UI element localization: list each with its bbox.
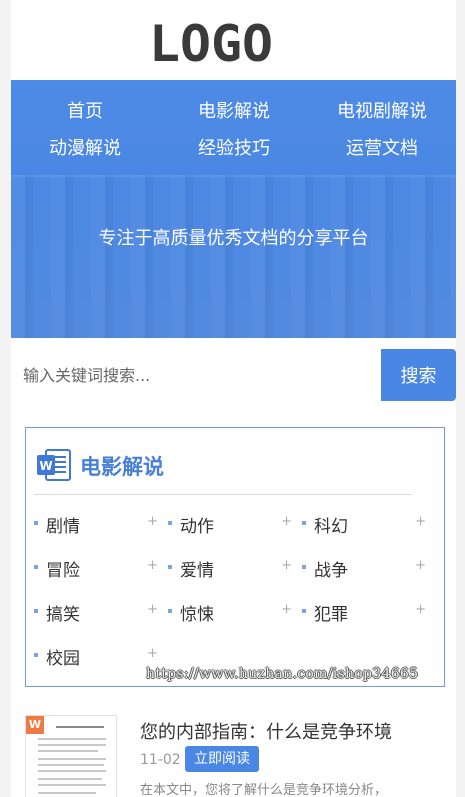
category-divider bbox=[34, 494, 412, 495]
bullet-icon bbox=[168, 521, 172, 525]
category-item-label: 爱情 bbox=[180, 561, 214, 581]
article-excerpt: 在本文中，您将了解什么是竞争环境分析， bbox=[140, 783, 388, 797]
read-now-button[interactable]: 立即阅读 bbox=[185, 746, 259, 772]
plus-icon: + bbox=[281, 514, 292, 529]
category-item-scifi[interactable]: 科幻 + bbox=[302, 512, 426, 537]
category-item-label: 校园 bbox=[46, 649, 80, 669]
hero-banner: 首页 电影解说 电视剧解说 动漫解说 经验技巧 运营文档 专注于高质量优秀文档的… bbox=[11, 80, 456, 338]
logo[interactable]: LOGO bbox=[146, 17, 276, 67]
nav-item-home[interactable]: 首页 bbox=[67, 97, 103, 123]
plus-icon: + bbox=[415, 558, 426, 573]
category-item-crime[interactable]: 犯罪 + bbox=[302, 600, 426, 625]
plus-icon: + bbox=[415, 602, 426, 617]
nav-item-movie[interactable]: 电影解说 bbox=[198, 97, 270, 123]
category-item-label: 动作 bbox=[180, 517, 214, 537]
logo-text: LOGO bbox=[149, 17, 273, 67]
header: LOGO bbox=[11, 0, 456, 80]
word-badge-icon: W bbox=[26, 716, 44, 734]
bullet-icon bbox=[34, 653, 38, 657]
category-item-label: 搞笑 bbox=[46, 605, 80, 625]
svg-text:W: W bbox=[39, 459, 52, 473]
category-item-romance[interactable]: 爱情 + bbox=[168, 556, 292, 581]
bullet-icon bbox=[302, 565, 306, 569]
category-item-label: 冒险 bbox=[46, 561, 80, 581]
search-input[interactable] bbox=[11, 349, 381, 401]
word-doc-icon: W bbox=[37, 449, 71, 481]
category-item-comedy[interactable]: 搞笑 + bbox=[34, 600, 158, 625]
category-item-action[interactable]: 动作 + bbox=[168, 512, 292, 537]
category-panel: W 电影解说 剧情 + 动作 + 科幻 + 冒险 + 爱情 + 战争 + 搞笑 … bbox=[25, 427, 445, 687]
bullet-icon bbox=[302, 609, 306, 613]
category-item-label: 惊悚 bbox=[180, 605, 214, 625]
bullet-icon bbox=[302, 521, 306, 525]
category-item-label: 战争 bbox=[314, 561, 348, 581]
nav-item-tips[interactable]: 经验技巧 bbox=[198, 134, 270, 160]
bullet-icon bbox=[34, 565, 38, 569]
article-title[interactable]: 您的内部指南：什么是竞争环境 bbox=[140, 718, 392, 744]
category-item-label: 科幻 bbox=[314, 517, 348, 537]
category-item-adventure[interactable]: 冒险 + bbox=[34, 556, 158, 581]
category-item-campus[interactable]: 校园 + bbox=[34, 644, 158, 669]
bullet-icon bbox=[34, 609, 38, 613]
bullet-icon bbox=[168, 609, 172, 613]
nav-item-tv[interactable]: 电视剧解说 bbox=[337, 97, 427, 123]
plus-icon: + bbox=[147, 558, 158, 573]
category-title: 电影解说 bbox=[80, 455, 164, 479]
plus-icon: + bbox=[147, 514, 158, 529]
hero-slogan: 专注于高质量优秀文档的分享平台 bbox=[98, 228, 369, 249]
category-item-plot[interactable]: 剧情 + bbox=[34, 512, 158, 537]
bullet-icon bbox=[34, 521, 38, 525]
watermark: https://www.huzhan.com/ishop34665 bbox=[146, 666, 419, 682]
plus-icon: + bbox=[415, 514, 426, 529]
bullet-icon bbox=[168, 565, 172, 569]
nav-item-anime[interactable]: 动漫解说 bbox=[49, 134, 121, 160]
plus-icon: + bbox=[281, 558, 292, 573]
category-item-label: 剧情 bbox=[46, 517, 80, 537]
search-bar: 搜索 bbox=[11, 349, 456, 401]
category-item-label: 犯罪 bbox=[314, 605, 348, 625]
article-date: 11-02 bbox=[140, 752, 181, 768]
article-card[interactable]: W 您的内部指南：什么是竞争环境 11-02 立即阅读 在本文中，您将了解什么是… bbox=[25, 715, 445, 797]
plus-icon: + bbox=[281, 602, 292, 617]
category-item-thriller[interactable]: 惊悚 + bbox=[168, 600, 292, 625]
category-item-war[interactable]: 战争 + bbox=[302, 556, 426, 581]
page-frame: LOGO 首页 电影解说 电视剧解说 动漫解说 经验技巧 运营文档 专注于高质量… bbox=[11, 0, 456, 797]
nav-item-operations[interactable]: 运营文档 bbox=[346, 134, 418, 160]
plus-icon: + bbox=[147, 602, 158, 617]
article-thumbnail[interactable]: W bbox=[25, 715, 117, 797]
plus-icon: + bbox=[147, 646, 158, 661]
search-button[interactable]: 搜索 bbox=[381, 349, 456, 401]
